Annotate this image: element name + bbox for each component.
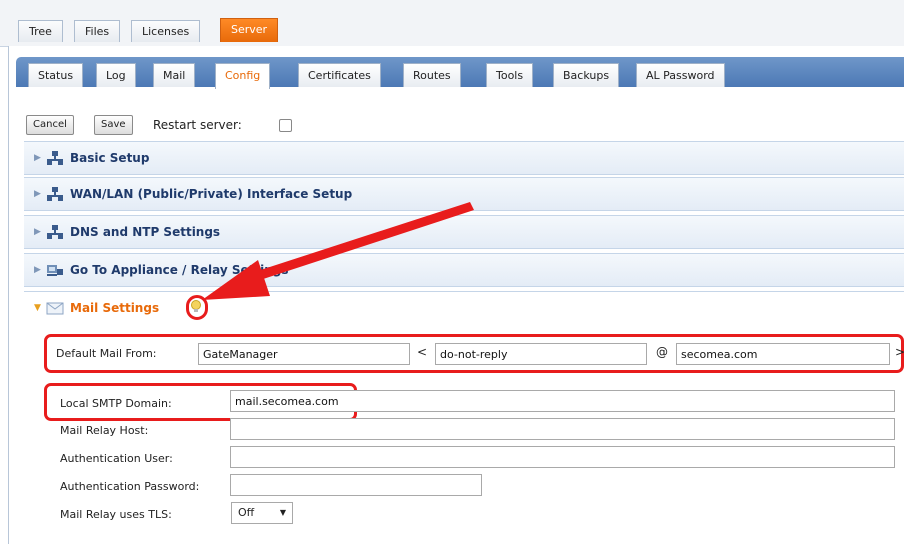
auth-password-label: Authentication Password: xyxy=(60,480,200,493)
mail-from-name-input[interactable] xyxy=(198,343,410,365)
local-smtp-domain-label: Local SMTP Domain: xyxy=(60,397,172,410)
tab-mail[interactable]: Mail xyxy=(153,63,196,87)
auth-user-input[interactable] xyxy=(230,446,895,468)
chevron-right-icon: ▶ xyxy=(34,227,41,237)
mail-relay-host-label: Mail Relay Host: xyxy=(60,424,149,437)
tab-backups[interactable]: Backups xyxy=(553,63,620,87)
mail-from-user-input[interactable] xyxy=(435,343,647,365)
chevron-right-icon: ▶ xyxy=(34,265,41,275)
tab-tree[interactable]: Tree xyxy=(18,20,63,42)
chevron-down-icon: ▼ xyxy=(34,303,41,313)
section-label: Basic Setup xyxy=(70,151,150,165)
tab-status[interactable]: Status xyxy=(28,63,84,87)
cancel-button[interactable]: Cancel xyxy=(26,115,74,135)
mail-from-domain-input[interactable] xyxy=(676,343,890,365)
mail-icon xyxy=(46,302,64,315)
less-than-symbol: < xyxy=(417,345,428,359)
network-icon xyxy=(47,187,63,201)
tab-al-password[interactable]: AL Password xyxy=(636,63,725,87)
greater-than-symbol: > xyxy=(895,345,904,359)
default-mail-from-label: Default Mail From: xyxy=(56,347,157,360)
tab-log[interactable]: Log xyxy=(96,63,136,87)
at-symbol: @ xyxy=(656,345,668,359)
appliance-icon xyxy=(47,265,63,276)
tab-files[interactable]: Files xyxy=(74,20,121,42)
tls-select[interactable]: Off ▼ xyxy=(231,502,293,524)
tls-label: Mail Relay uses TLS: xyxy=(60,508,172,521)
tab-routes[interactable]: Routes xyxy=(403,63,461,87)
chevron-down-icon: ▼ xyxy=(279,508,286,517)
tab-server[interactable]: Server xyxy=(220,18,279,42)
auth-user-label: Authentication User: xyxy=(60,452,173,465)
tls-select-value: Off xyxy=(238,506,255,519)
mail-relay-host-input[interactable] xyxy=(230,418,895,440)
tab-tools[interactable]: Tools xyxy=(486,63,534,87)
tab-config[interactable]: Config xyxy=(215,63,271,89)
section-label: Mail Settings xyxy=(70,301,160,315)
chevron-right-icon: ▶ xyxy=(34,189,41,199)
tab-certificates[interactable]: Certificates xyxy=(298,63,381,87)
annotation-arrow xyxy=(202,202,474,300)
section-basic-setup[interactable]: ▶ Basic Setup xyxy=(24,141,904,175)
chevron-right-icon: ▶ xyxy=(34,153,41,163)
network-icon xyxy=(47,225,63,239)
local-smtp-domain-input[interactable] xyxy=(230,390,895,412)
tab-licenses[interactable]: Licenses xyxy=(131,20,201,42)
network-icon xyxy=(47,151,63,165)
save-button[interactable]: Save xyxy=(94,115,133,135)
auth-password-input[interactable] xyxy=(230,474,482,496)
restart-server-checkbox[interactable] xyxy=(279,119,292,132)
restart-server-label: Restart server: xyxy=(153,118,242,132)
